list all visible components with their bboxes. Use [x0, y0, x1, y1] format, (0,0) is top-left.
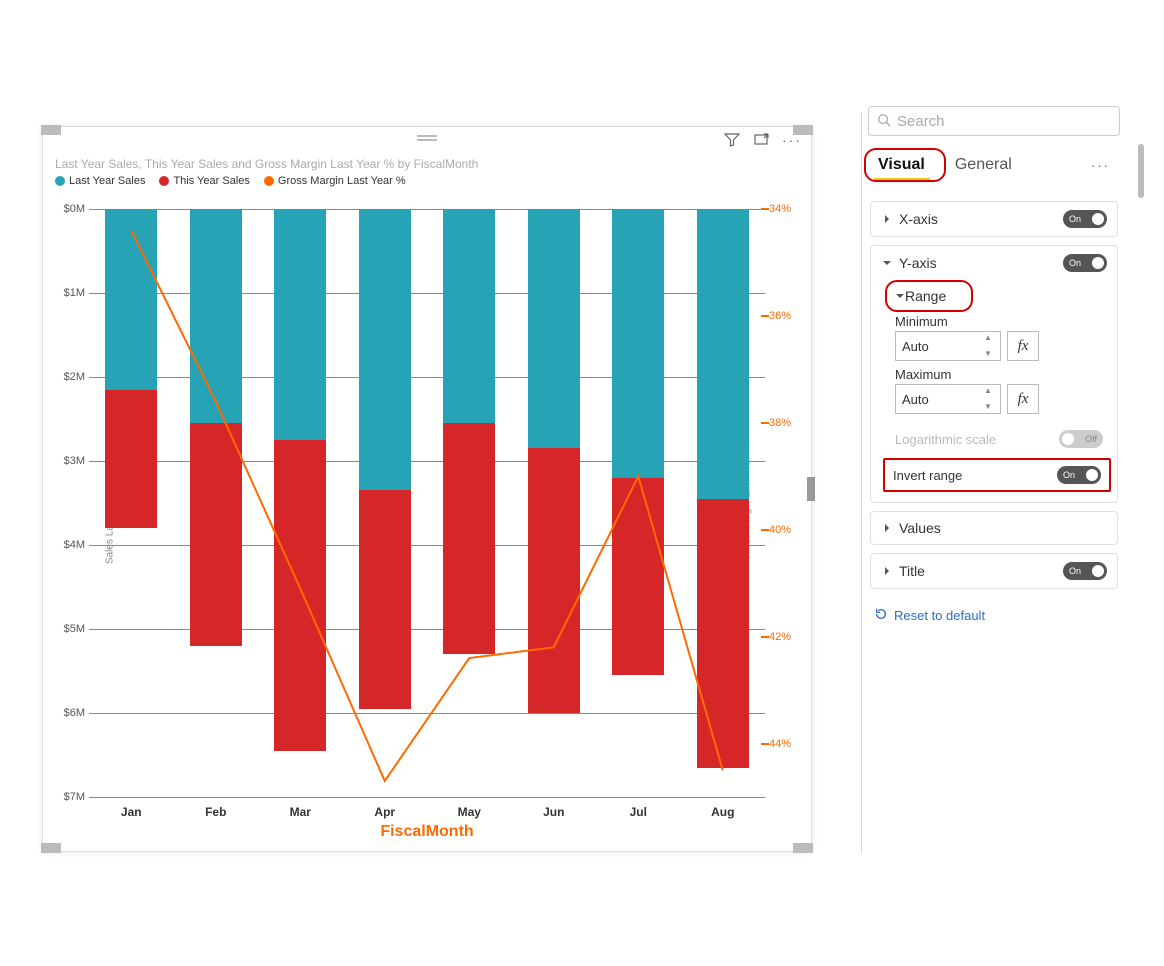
y-axis-tick: $4M	[51, 539, 85, 551]
y-axis-tick: $2M	[51, 371, 85, 383]
resize-handle[interactable]	[793, 125, 813, 135]
field-label: Minimum	[895, 314, 1103, 329]
x-axis-tick: Feb	[205, 805, 226, 819]
invert-range-label: Invert range	[893, 468, 962, 483]
section-y-axis[interactable]: Y-axis On	[871, 246, 1117, 280]
y-axis-tick: $7M	[51, 791, 85, 803]
secondary-y-axis-tick: 42%	[769, 631, 799, 643]
chevron-right-icon	[881, 566, 893, 576]
search-input[interactable]: Search	[868, 106, 1120, 136]
legend-dot-icon	[159, 176, 169, 186]
section-label: X-axis	[899, 211, 938, 227]
x-axis-tick: Jul	[630, 805, 647, 819]
x-axis-toggle[interactable]: On	[1063, 210, 1107, 228]
chevron-right-icon	[881, 214, 893, 224]
y-axis-tick: $3M	[51, 455, 85, 467]
input-value: Auto	[902, 392, 929, 407]
legend-label: This Year Sales	[173, 175, 249, 187]
reset-label: Reset to default	[894, 608, 985, 623]
highlight-annotation	[885, 280, 973, 312]
x-axis-tick: Jan	[121, 805, 142, 819]
reset-icon	[874, 607, 888, 624]
focus-mode-icon[interactable]	[753, 131, 771, 149]
resize-handle[interactable]	[41, 843, 61, 853]
invert-range-toggle[interactable]: On	[1057, 466, 1101, 484]
resize-handle[interactable]	[41, 125, 61, 135]
fx-button[interactable]: fx	[1007, 384, 1039, 414]
reset-to-default[interactable]: Reset to default	[862, 597, 1126, 634]
secondary-y-axis-tick: 36%	[769, 310, 799, 322]
x-axis-title: FiscalMonth	[380, 823, 473, 841]
chevron-down-icon	[881, 258, 893, 268]
section-values[interactable]: Values	[871, 512, 1117, 544]
y-axis-toggle[interactable]: On	[1063, 254, 1107, 272]
chart-title: Last Year Sales, This Year Sales and Gro…	[43, 153, 811, 175]
section-label: Title	[899, 563, 925, 579]
x-axis-tick: May	[458, 805, 481, 819]
legend-dot-icon	[264, 176, 274, 186]
x-axis-tick: Apr	[374, 805, 395, 819]
y-axis-tick: $5M	[51, 623, 85, 635]
x-axis-tick: Jun	[543, 805, 564, 819]
search-icon	[877, 113, 891, 130]
highlight-annotation	[864, 148, 946, 182]
chart-visual[interactable]: ··· Last Year Sales, This Year Sales and…	[42, 126, 812, 852]
minimum-input[interactable]: Auto ▲▼	[895, 331, 1001, 361]
maximum-input[interactable]: Auto ▲▼	[895, 384, 1001, 414]
secondary-y-axis-tick: 38%	[769, 417, 799, 429]
legend: Last Year Sales This Year Sales Gross Ma…	[43, 175, 811, 193]
scrollbar-thumb[interactable]	[1138, 144, 1144, 198]
line-margin[interactable]	[131, 230, 723, 781]
section-title[interactable]: Title On	[871, 554, 1117, 588]
secondary-y-axis-tick: 44%	[769, 738, 799, 750]
title-toggle[interactable]: On	[1063, 562, 1107, 580]
chevron-right-icon	[881, 523, 893, 533]
spinner-icon[interactable]: ▲▼	[984, 334, 998, 358]
x-axis-tick: Aug	[711, 805, 734, 819]
legend-dot-icon	[55, 176, 65, 186]
field-label: Maximum	[895, 367, 1103, 382]
secondary-y-axis-tick: 34%	[769, 203, 799, 215]
section-x-axis[interactable]: X-axis On	[871, 202, 1117, 236]
input-value: Auto	[902, 339, 929, 354]
secondary-y-axis-tick: 40%	[769, 524, 799, 536]
section-label: Values	[899, 520, 941, 536]
resize-handle[interactable]	[793, 843, 813, 853]
y-axis-tick: $0M	[51, 203, 85, 215]
resize-handle[interactable]	[807, 477, 815, 501]
search-placeholder: Search	[897, 113, 945, 130]
more-options-icon[interactable]: ···	[1091, 158, 1110, 173]
drag-handle-icon[interactable]	[417, 135, 437, 141]
y-axis-tick: $6M	[51, 707, 85, 719]
x-axis-tick: Mar	[290, 805, 311, 819]
spinner-icon[interactable]: ▲▼	[984, 387, 998, 411]
log-scale-label: Logarithmic scale	[895, 432, 996, 447]
legend-label: Last Year Sales	[69, 175, 145, 187]
tab-general[interactable]: General	[947, 152, 1020, 178]
section-label: Y-axis	[899, 255, 937, 271]
plot-area: Sales Last year & This year Gross Margin…	[89, 209, 765, 797]
filter-icon[interactable]	[723, 131, 741, 149]
log-scale-toggle: Off	[1059, 430, 1103, 448]
format-pane: Search Visual General ··· X-axis On Y-ax…	[861, 112, 1126, 854]
legend-label: Gross Margin Last Year %	[278, 175, 406, 187]
fx-button[interactable]: fx	[1007, 331, 1039, 361]
y-axis-tick: $1M	[51, 287, 85, 299]
